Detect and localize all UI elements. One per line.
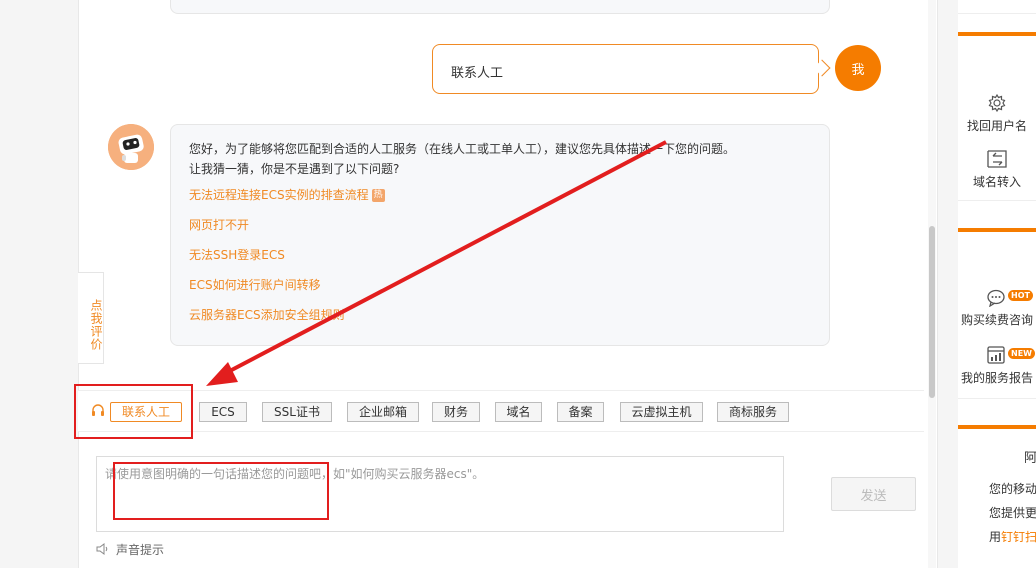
bot-message-line-1: 您好，为了能够将您匹配到合适的人工服务（在线人工或工单人工），建议您先具体描述一… bbox=[189, 142, 736, 156]
speaker-icon bbox=[96, 543, 108, 555]
sidebar-item-label: 购买续费咨询 bbox=[960, 313, 1033, 327]
sidebar-item-domain-transfer[interactable]: 域名转入 bbox=[958, 149, 1036, 190]
quick-tag-ssl[interactable]: SSL证书 bbox=[262, 402, 332, 422]
hot-badge: HOT bbox=[1008, 290, 1033, 301]
suggested-question-link[interactable]: 网页打不开 bbox=[189, 215, 249, 235]
quick-tag-trademark[interactable]: 商标服务 bbox=[717, 402, 789, 422]
scrollbar-thumb[interactable] bbox=[929, 226, 935, 398]
sidebar-item-label: 域名转入 bbox=[972, 175, 1021, 189]
suggested-question-link[interactable]: ECS如何进行账户间转移 bbox=[189, 275, 321, 295]
quick-tag-domain[interactable]: 域名 bbox=[495, 402, 542, 422]
bot-message-bubble: 您好，为了能够将您匹配到合适的人工服务（在线人工或工单人工），建议您先具体描述一… bbox=[170, 124, 830, 346]
quick-tag-email[interactable]: 企业邮箱 bbox=[347, 402, 419, 422]
send-button[interactable]: 发送 bbox=[831, 477, 916, 511]
left-gutter bbox=[0, 0, 78, 568]
user-message-bubble: 联系人工 bbox=[432, 44, 819, 94]
bot-message-line-2: 让我猜一猜，你是不是遇到了以下问题? bbox=[189, 162, 400, 176]
user-avatar: 我 bbox=[835, 45, 881, 91]
right-gutter bbox=[938, 0, 958, 568]
user-avatar-label: 我 bbox=[851, 62, 865, 78]
new-badge: NEW bbox=[1008, 348, 1035, 359]
report-icon bbox=[987, 346, 1005, 364]
hot-badge: 热 bbox=[371, 189, 385, 202]
suggested-question-link[interactable]: 无法SSH登录ECS bbox=[189, 245, 285, 265]
quick-tag-virtual-host[interactable]: 云虚拟主机 bbox=[620, 402, 703, 422]
sidebar-partial-line: 用钉钉扫 bbox=[989, 528, 1036, 545]
sidebar-divider bbox=[958, 398, 1036, 399]
sidebar-partial-line: 您提供更 bbox=[989, 506, 1036, 520]
quick-tag-ecs[interactable]: ECS bbox=[199, 402, 247, 422]
sidebar-partial-title: 阿 bbox=[1024, 451, 1036, 466]
sidebar-item-purchase-consult[interactable]: HOT 购买续费咨询 bbox=[958, 289, 1036, 328]
suggested-question-link[interactable]: 无法远程连接ECS实例的排查流程热 bbox=[189, 185, 385, 205]
quick-tag-finance[interactable]: 财务 bbox=[432, 402, 480, 422]
sidebar-item-label: 我的服务报告 bbox=[960, 371, 1033, 385]
sidebar-stripe bbox=[958, 228, 1036, 232]
previous-message-bubble bbox=[170, 0, 830, 14]
sound-toggle[interactable]: 声音提示 bbox=[96, 541, 164, 557]
annotation-box-input bbox=[113, 462, 329, 520]
sidebar-stripe bbox=[958, 32, 1036, 36]
sound-toggle-label: 声音提示 bbox=[116, 542, 165, 557]
chat-icon bbox=[987, 289, 1005, 307]
sidebar-partial-prefix: 用 bbox=[989, 530, 1002, 544]
sidebar-section-top bbox=[958, 0, 1036, 14]
transfer-icon bbox=[987, 150, 1007, 168]
sidebar-item-service-report[interactable]: NEW 我的服务报告 bbox=[958, 345, 1036, 386]
annotation-box-human bbox=[74, 384, 193, 439]
bot-avatar bbox=[108, 124, 154, 170]
sidebar-item-label: 找回用户名 bbox=[966, 119, 1027, 133]
quick-tag-filing[interactable]: 备案 bbox=[557, 402, 604, 422]
rate-tab[interactable]: 点我评价 bbox=[78, 272, 104, 364]
robot-icon bbox=[108, 124, 154, 170]
sidebar-divider bbox=[958, 200, 1036, 201]
sidebar-partial-accent: 钉钉扫 bbox=[1001, 530, 1036, 544]
sidebar-partial-line: 您的移动 bbox=[989, 482, 1036, 496]
sidebar-item-recover-username[interactable]: 找回用户名 bbox=[958, 93, 1036, 134]
gear-icon bbox=[988, 93, 1006, 113]
sidebar-stripe bbox=[958, 425, 1036, 429]
user-message-text: 联系人工 bbox=[451, 66, 504, 81]
suggested-question-text: 无法远程连接ECS实例的排查流程 bbox=[189, 188, 369, 202]
suggested-question-link[interactable]: 云服务器ECS添加安全组规则 bbox=[189, 305, 345, 325]
